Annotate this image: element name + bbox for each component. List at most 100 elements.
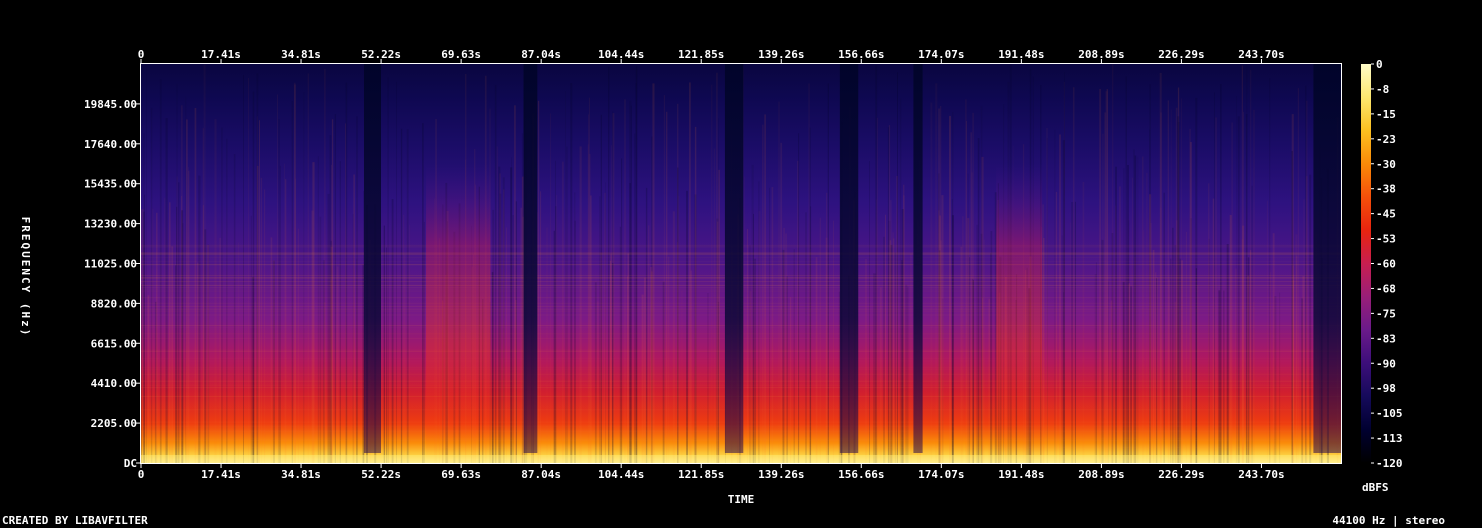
y-axis: DC 2205.00 4410.00 6615.00 8820.00 11025.00 13… bbox=[84, 98, 140, 470]
y-tick-label: 8820.00 bbox=[91, 297, 137, 310]
colorbar-tick-label: -45 bbox=[1376, 208, 1396, 221]
texture-stripe bbox=[1245, 114, 1248, 463]
texture-stripe bbox=[758, 181, 760, 463]
texture-stripe bbox=[521, 176, 524, 463]
texture-stripe bbox=[681, 290, 683, 463]
texture-stripe bbox=[171, 246, 174, 463]
y-axis-label: FREQUENCY (Hz) bbox=[19, 217, 32, 338]
credit-text: CREATED BY LIBAVFILTER bbox=[2, 514, 148, 527]
texture-stripe bbox=[1063, 82, 1065, 463]
quiet-segment bbox=[913, 64, 923, 453]
texture-stripe bbox=[1132, 177, 1133, 463]
x-tick-label-bottom: 156.66s bbox=[838, 468, 884, 481]
x-tick-label-top: 34.81s bbox=[281, 48, 321, 61]
texture-stripe bbox=[499, 173, 501, 464]
texture-stripe bbox=[353, 174, 355, 463]
texture-stripe bbox=[579, 146, 582, 463]
texture-stripe bbox=[1125, 76, 1127, 463]
x-tick-label-top: 104.44s bbox=[598, 48, 644, 61]
texture-stripe bbox=[221, 127, 223, 463]
texture-stripe bbox=[980, 233, 983, 463]
texture-stripe bbox=[324, 68, 326, 464]
texture-stripe bbox=[546, 227, 548, 463]
texture-stripe bbox=[1291, 151, 1293, 463]
texture-stripe bbox=[783, 228, 785, 463]
texture-stripe bbox=[907, 286, 909, 463]
x-tick-label-top: 87.04s bbox=[521, 48, 561, 61]
texture-stripe bbox=[1082, 181, 1085, 463]
texture-stripe bbox=[252, 277, 255, 463]
x-tick-label-bottom: 191.48s bbox=[998, 468, 1044, 481]
texture-stripe bbox=[967, 173, 969, 463]
texture-stripe bbox=[260, 177, 263, 464]
x-tick-label-bottom: 34.81s bbox=[281, 468, 321, 481]
texture-stripe bbox=[887, 127, 889, 463]
colorbar-tick-label: -15 bbox=[1376, 108, 1396, 121]
x-tick-label-top: 156.66s bbox=[838, 48, 884, 61]
texture-stripe bbox=[644, 277, 646, 463]
x-axis-top: 0 17.41s 34.81s 52.22s 69.63s 87.04s 104.44s 12… bbox=[138, 48, 1285, 63]
texture-stripe bbox=[400, 128, 403, 464]
x-tick-label-top: 243.70s bbox=[1238, 48, 1284, 61]
texture-stripe bbox=[1063, 292, 1064, 463]
texture-stripe bbox=[1180, 98, 1182, 464]
texture-stripe bbox=[599, 196, 601, 464]
texture-stripe bbox=[515, 201, 517, 463]
texture-stripe bbox=[1071, 202, 1074, 463]
texture-stripe bbox=[506, 227, 507, 463]
x-tick-label-bottom: 139.26s bbox=[758, 468, 804, 481]
texture-stripe bbox=[749, 291, 752, 463]
texture-stripe bbox=[169, 202, 171, 464]
texture-stripe bbox=[248, 78, 249, 463]
x-axis-bottom: 0 17.41s 34.81s 52.22s 69.63s 87.04s 104.44s 12… bbox=[138, 464, 1285, 481]
texture-stripe bbox=[1095, 262, 1097, 463]
texture-stripe bbox=[327, 193, 330, 463]
texture-stripe bbox=[565, 91, 566, 464]
texture-stripe bbox=[838, 291, 840, 463]
texture-stripe bbox=[1054, 129, 1056, 463]
y-tick-label: 11025.00 bbox=[84, 258, 137, 271]
texture-stripe bbox=[612, 263, 614, 463]
texture-stripe bbox=[256, 73, 259, 464]
texture-stripe bbox=[1249, 69, 1252, 464]
texture-stripe bbox=[294, 84, 296, 463]
texture-stripe bbox=[713, 148, 716, 463]
texture-stripe bbox=[629, 183, 631, 463]
texture-stripe bbox=[284, 163, 286, 463]
colorbar-tick-label: -113 bbox=[1376, 432, 1403, 445]
texture-stripe bbox=[869, 161, 870, 463]
texture-stripe bbox=[785, 233, 787, 463]
texture-stripe bbox=[892, 232, 894, 463]
texture-stripe bbox=[744, 176, 745, 463]
y-tick-label: 15435.00 bbox=[84, 178, 137, 191]
texture-stripe bbox=[778, 101, 780, 463]
texture-stripe bbox=[1185, 231, 1187, 463]
texture-stripe bbox=[159, 79, 162, 463]
texture-stripe bbox=[876, 199, 877, 464]
quiet-segment bbox=[724, 64, 744, 453]
texture-stripe bbox=[496, 146, 498, 463]
low-frequency-band bbox=[141, 455, 1341, 463]
texture-stripe bbox=[1189, 142, 1192, 463]
colorbar-tick-label: -120 bbox=[1376, 457, 1403, 470]
y-tick-label: 2205.00 bbox=[91, 417, 137, 430]
texture-stripe bbox=[976, 224, 979, 463]
texture-stripe bbox=[297, 228, 299, 463]
x-tick-label-bottom: 104.44s bbox=[598, 468, 644, 481]
texture-stripe bbox=[409, 225, 411, 463]
texture-stripe bbox=[1146, 172, 1148, 464]
texture-stripe bbox=[634, 133, 636, 463]
x-tick-label-top: 69.63s bbox=[441, 48, 481, 61]
x-tick-label-top: 17.41s bbox=[201, 48, 241, 61]
x-tick-label-bottom: 0 bbox=[138, 468, 145, 481]
x-tick-label-top: 121.85s bbox=[678, 48, 724, 61]
texture-stripe bbox=[711, 84, 713, 463]
x-tick-label-bottom: 174.07s bbox=[918, 468, 964, 481]
texture-stripe bbox=[815, 257, 818, 463]
texture-stripe bbox=[181, 210, 184, 463]
loud-segment bbox=[426, 64, 491, 463]
texture-stripe bbox=[339, 161, 341, 463]
colorbar-tick-label: 0 bbox=[1376, 58, 1383, 71]
texture-stripe bbox=[561, 161, 564, 463]
texture-stripe bbox=[566, 146, 568, 463]
